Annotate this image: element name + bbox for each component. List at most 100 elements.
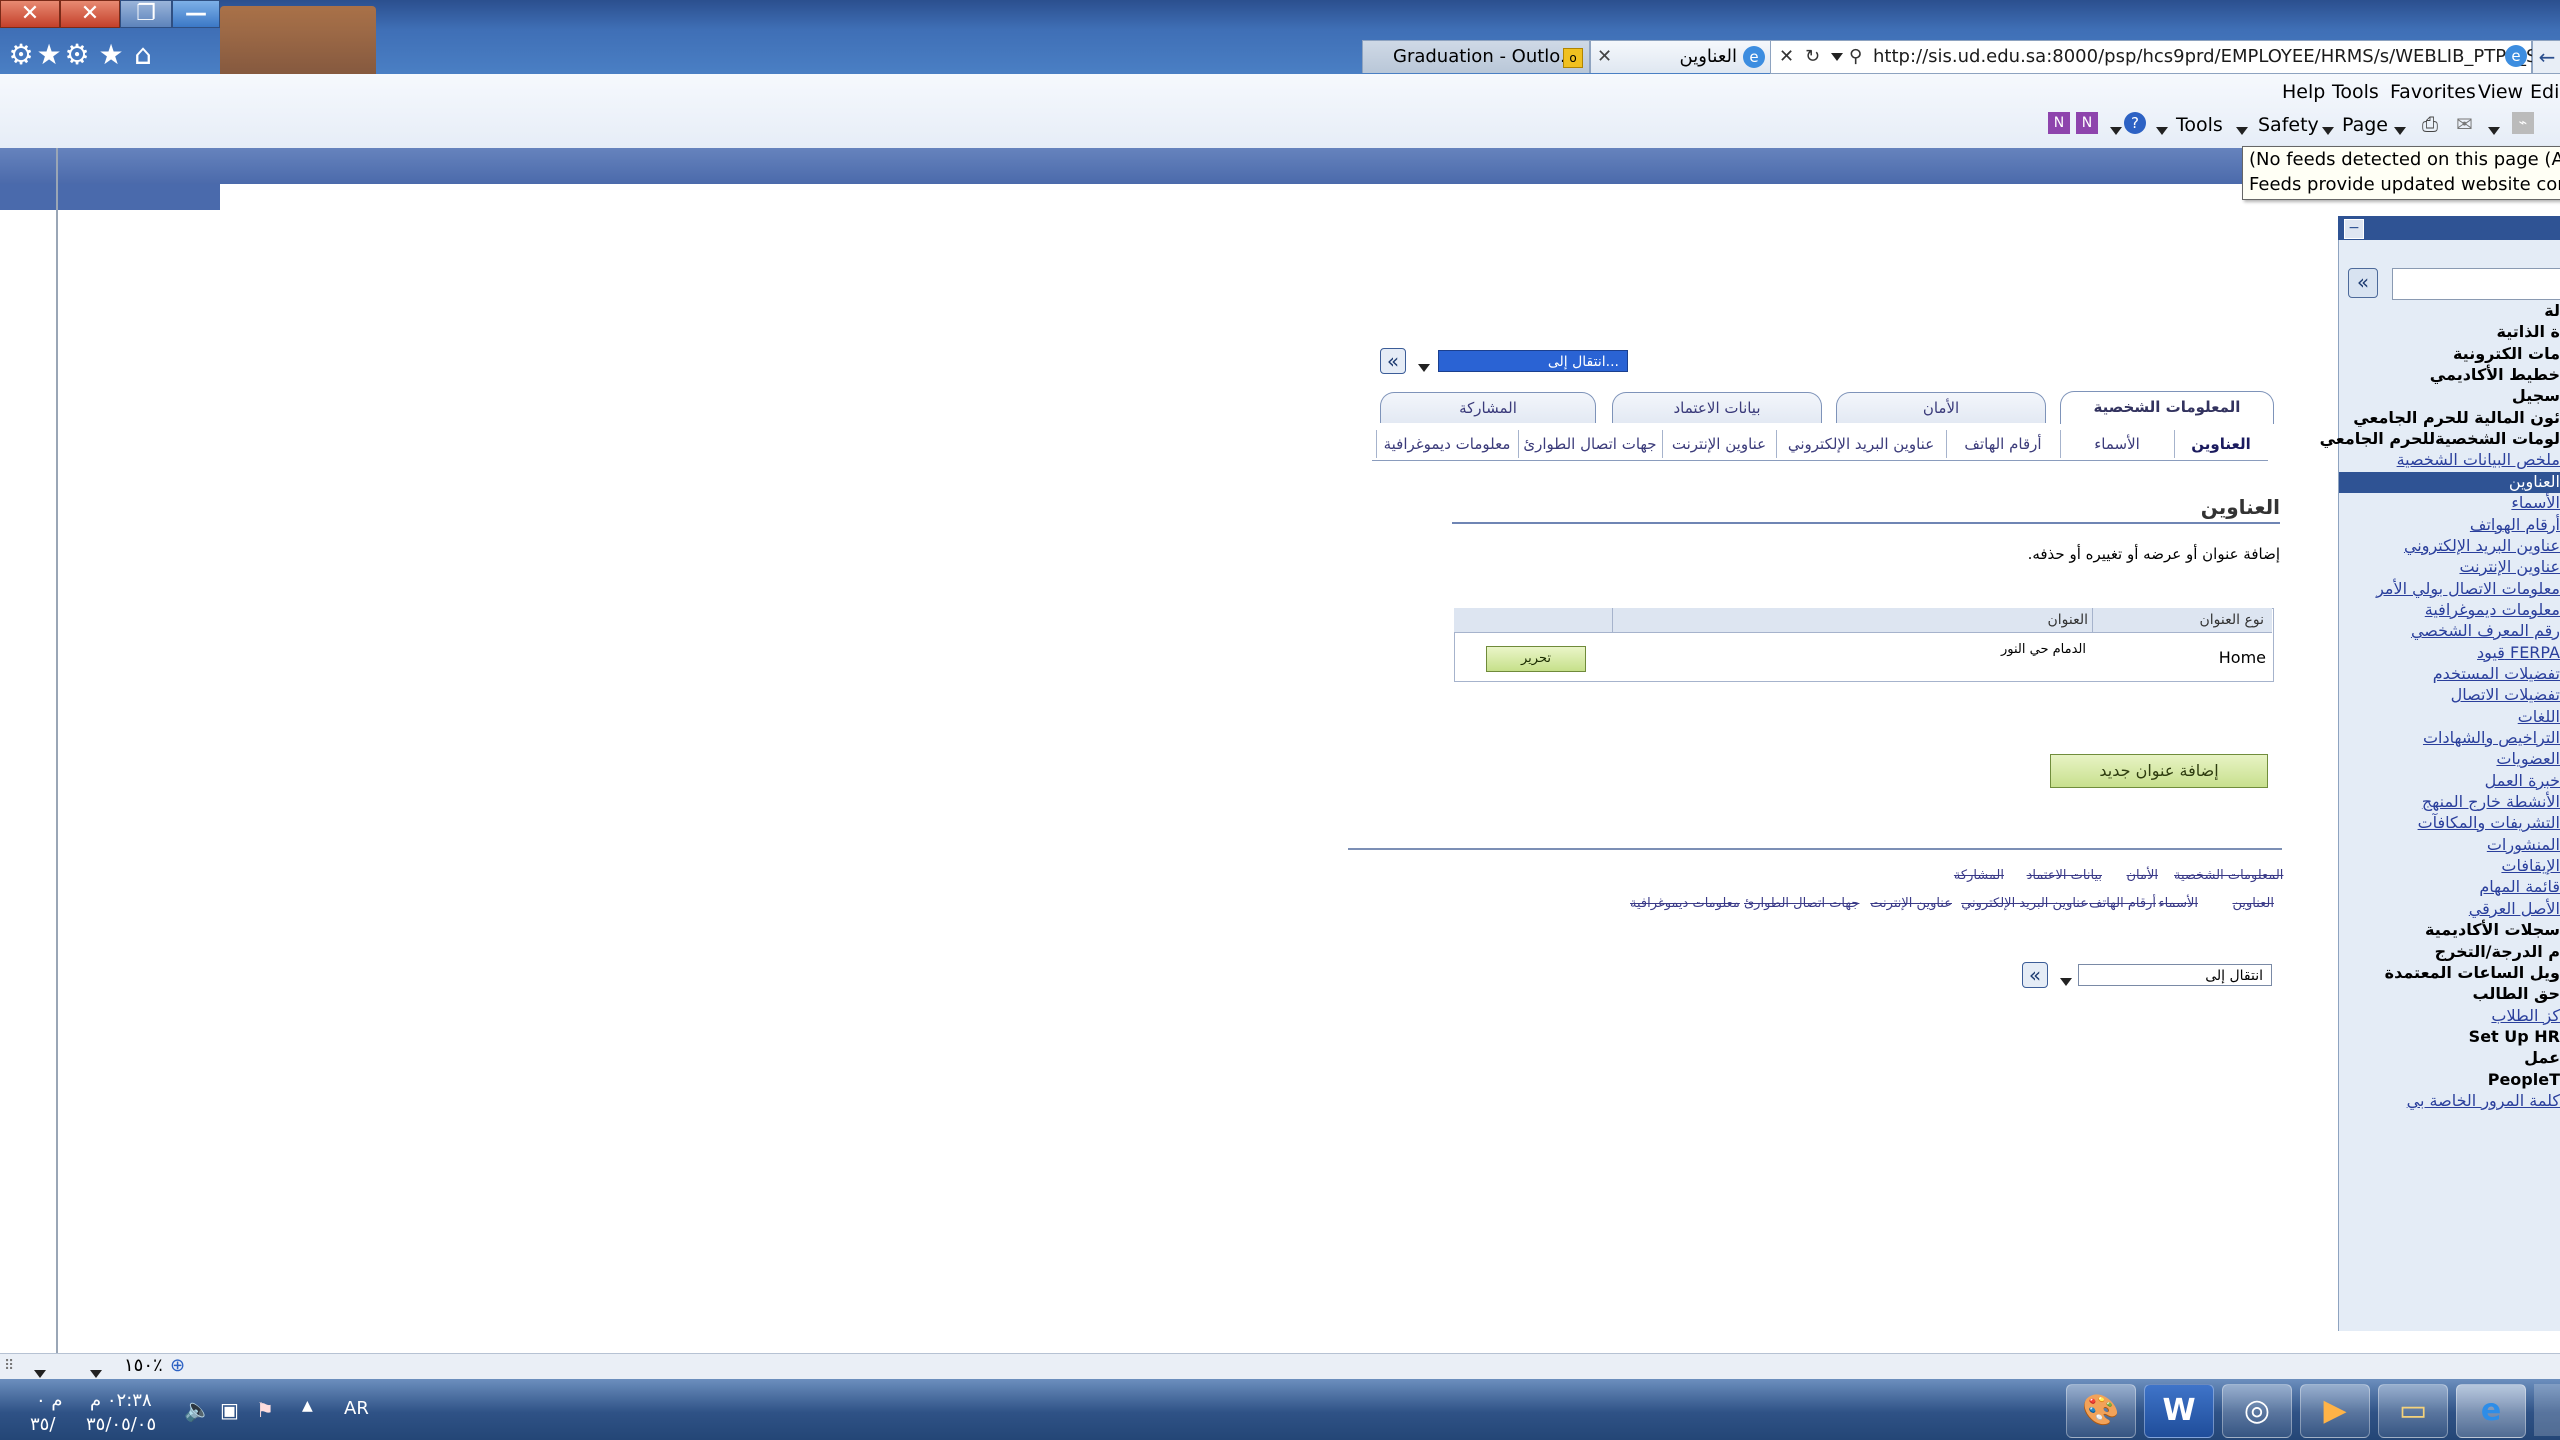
jump-back-icon[interactable]: « — [1380, 348, 1406, 374]
nav-item[interactable]: أرقام الهواتف — [2470, 514, 2560, 535]
jump-bottom-dropdown-icon[interactable] — [2060, 971, 2072, 990]
nav-item[interactable]: سجلات الأكاديمية — [2425, 919, 2560, 940]
nav-item[interactable]: المنشورات — [2487, 834, 2560, 855]
bottom-sublink-emergency[interactable]: جهات اتصال الطوارئ — [1744, 895, 1859, 913]
nav-item[interactable]: معلومات ديموغرافية — [2425, 599, 2560, 620]
nav-item[interactable]: خطيط الأكاديمي — [2430, 364, 2560, 385]
settings-gear-icon[interactable]: ⚙ — [60, 38, 94, 72]
tools-dropdown-icon[interactable] — [2236, 120, 2248, 139]
nav-item[interactable]: العضويات — [2496, 748, 2560, 769]
nav-item[interactable]: ئون المالية للحرم الجامعي — [2353, 407, 2560, 428]
gear-icon[interactable]: ⚙ — [4, 38, 38, 72]
network-icon[interactable]: ▣ — [220, 1398, 239, 1422]
safety-dropdown-icon[interactable] — [2322, 120, 2334, 139]
chrome-app-icon[interactable]: ◎ — [2222, 1384, 2292, 1438]
stop-icon[interactable]: ✕ — [1779, 41, 1794, 73]
address-dropdown-icon[interactable] — [1831, 53, 1843, 61]
nav-item[interactable]: العناوين — [2509, 471, 2560, 492]
refresh-icon[interactable]: ↻ — [1805, 41, 1820, 73]
close-window-button-2[interactable]: ✕ — [60, 0, 120, 28]
nav-item[interactable]: سجيل — [2512, 385, 2560, 406]
nav-item[interactable]: اللغات — [2518, 706, 2560, 727]
restore-window-button[interactable]: ❐ — [120, 0, 172, 28]
action-center-flag-icon[interactable]: ⚑ — [256, 1398, 274, 1422]
home-icon[interactable]: ⌂ — [126, 38, 160, 72]
bottom-link-credentials[interactable]: بيانات الاعتماد — [2010, 867, 2102, 885]
nav-item[interactable]: رقم المعرف الشخصي — [2411, 620, 2560, 641]
bottom-link-participation[interactable]: المشاركة — [1950, 867, 2004, 885]
command-tools[interactable]: Tools — [2176, 112, 2223, 138]
nav-item[interactable]: كلمة المرور الخاصة بي — [2407, 1090, 2560, 1111]
help-dropdown-icon[interactable] — [2156, 120, 2168, 139]
media-player-app-icon[interactable]: ▶ — [2300, 1384, 2370, 1438]
nav-item[interactable]: عناوين الإنترنت — [2459, 556, 2560, 577]
nav-item[interactable]: عناوين البريد الإلكتروني — [2404, 535, 2560, 556]
command-safety[interactable]: Safety — [2258, 112, 2319, 138]
paint-app-icon[interactable]: 🎨 — [2066, 1384, 2136, 1438]
tab-addresses[interactable]: ✕ العناوين e — [1590, 40, 1772, 73]
jump-to-select-bottom[interactable]: انتقال إلى — [2078, 964, 2272, 986]
jump-to-select[interactable]: انتقال إلى... — [1438, 350, 1628, 372]
tab-participation[interactable]: المشاركة — [1380, 392, 1596, 423]
nav-item[interactable]: تفضيلات المستخدم — [2433, 663, 2560, 684]
nav-item[interactable]: حق الطالب — [2472, 983, 2560, 1004]
nav-item[interactable]: التشريفات والمكافآت — [2418, 812, 2560, 833]
nav-item[interactable]: الأسماء — [2511, 492, 2560, 513]
volume-icon[interactable]: 🔈 — [184, 1398, 211, 1423]
nav-item[interactable]: التراخيص والشهادات — [2423, 727, 2560, 748]
nav-item[interactable]: خبرة العمل — [2485, 770, 2560, 791]
tab-close-icon[interactable]: ✕ — [1597, 41, 1612, 73]
search-icon[interactable]: ⚲ — [1849, 41, 1862, 73]
zoom-level[interactable]: ١٥٠٪ — [124, 1355, 163, 1377]
nav-item[interactable]: الأصل العرقي — [2469, 898, 2560, 919]
clock-date[interactable]: ٣٥/٠٥/٠٥ — [86, 1414, 156, 1435]
nav-item[interactable]: معلومات الاتصال بولي الأمر — [2376, 578, 2560, 599]
nav-item[interactable]: تفضيلات الاتصال — [2451, 684, 2560, 705]
nav-item[interactable]: قائمة المهام — [2479, 876, 2560, 897]
zoom-icon[interactable]: ⊕ — [170, 1355, 185, 1377]
nav-item[interactable]: ويل الساعات المعتمدة — [2385, 962, 2560, 983]
help-icon[interactable]: ? — [2124, 112, 2146, 134]
nav-item[interactable]: مات الكترونية — [2453, 343, 2560, 364]
bottom-link-security[interactable]: الأمان — [2110, 867, 2159, 885]
word-app-icon[interactable]: W — [2144, 1384, 2214, 1438]
chevron-down-icon[interactable] — [2110, 120, 2122, 139]
menu-help[interactable]: Help — [2282, 80, 2325, 104]
minimize-window-button[interactable]: — — [172, 0, 220, 28]
subtab-emails[interactable]: عناوين البريد الإلكتروني — [1776, 430, 1945, 458]
jump-dropdown-icon[interactable] — [1418, 357, 1430, 376]
jump-back-bottom-icon[interactable]: « — [2022, 962, 2048, 988]
add-new-address-button[interactable]: إضافة عنوان جديد — [2050, 754, 2268, 788]
nav-item[interactable]: الإيقافات — [2501, 855, 2560, 876]
nav-item[interactable]: عمل — [2524, 1047, 2560, 1068]
file-explorer-app-icon[interactable]: ▭ — [2378, 1384, 2448, 1438]
show-desktop-button[interactable] — [2534, 1384, 2560, 1436]
bottom-sublink-internet[interactable]: عناوين الإنترنت — [1862, 895, 1952, 913]
nav-item[interactable]: الأنشطة خارج المنهج — [2422, 791, 2560, 812]
tab-outlook[interactable]: Graduation - Outlo... o — [1362, 40, 1590, 73]
favorites-star-icon[interactable]: ★ — [94, 38, 128, 72]
nav-item[interactable]: PeopleT — [2488, 1069, 2560, 1090]
nav-item[interactable]: Set Up HR — [2469, 1026, 2560, 1047]
edit-address-button[interactable]: تحرير — [1486, 646, 1586, 672]
language-indicator[interactable]: AR — [344, 1398, 369, 1419]
clock-time[interactable]: ٠٢:٣٨ م — [90, 1390, 152, 1411]
onenote-icon[interactable]: N — [2048, 112, 2070, 134]
show-hidden-icons-icon[interactable]: ▲ — [302, 1398, 313, 1414]
nav-item[interactable]: لة — [2544, 300, 2560, 321]
bottom-link-personal-info[interactable]: المعلومات الشخصية — [2174, 867, 2283, 885]
bottom-sublink-demographic[interactable]: معلومات ديموغرافية — [1630, 895, 1740, 913]
onenote-linked-icon[interactable]: N — [2076, 112, 2098, 134]
subtab-emergency[interactable]: جهات اتصال الطوارئ — [1518, 430, 1661, 458]
frame-divider[interactable] — [56, 148, 58, 1353]
subtab-demographic[interactable]: معلومات ديموغرافية — [1376, 430, 1517, 458]
subtab-names[interactable]: الأسماء — [2060, 430, 2173, 458]
bottom-sublink-addresses[interactable]: العناوين — [2210, 895, 2274, 913]
tab-credentials[interactable]: بيانات الاعتماد — [1612, 392, 1822, 423]
nav-item[interactable]: ملخص البيانات الشخصية — [2397, 449, 2560, 470]
nav-item[interactable]: لومات الشخصيةللحرم الجامعي — [2320, 428, 2560, 449]
subtab-addresses[interactable]: العناوين — [2174, 430, 2267, 458]
nav-item[interactable]: م الدرجة/التخرج — [2435, 941, 2560, 962]
internet-explorer-app-icon[interactable]: e — [2456, 1384, 2526, 1438]
subtab-phones[interactable]: أرقام الهاتف — [1946, 430, 2059, 458]
